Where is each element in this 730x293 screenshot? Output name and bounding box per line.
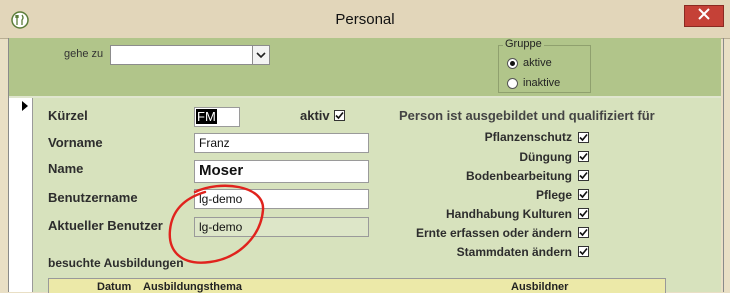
qual-pflege-checkbox[interactable] [578,189,589,200]
chevron-down-icon[interactable] [252,46,269,64]
goto-combobox[interactable] [110,45,270,65]
kuerzel-label: Kürzel [48,108,88,123]
qual-ernte-checkbox[interactable] [578,227,589,238]
vorname-label: Vorname [48,135,103,150]
column-datum[interactable]: Datum [97,281,131,293]
aktueller-benutzer-label: Aktueller Benutzer [48,218,163,233]
radio-aktive[interactable] [507,58,518,69]
column-ausbildungsthema[interactable]: Ausbildungsthema [143,281,242,293]
qual-ernte-label: Ernte erfassen oder ändern [415,226,572,240]
qual-stammdaten-checkbox[interactable] [578,246,589,257]
annotation-circle [168,184,265,264]
qual-pflanzenschutz-label: Pflanzenschutz [484,130,572,144]
qual-stammdaten-label: Stammdaten ändern [456,245,572,259]
close-button[interactable] [684,5,724,27]
qual-bodenbearbeitung-checkbox[interactable] [578,170,589,181]
kuerzel-field[interactable]: FM [194,107,240,127]
record-pointer-icon [22,101,28,111]
group-title: Gruppe [503,38,544,50]
name-label: Name [48,161,84,176]
qualifications-heading: Person ist ausgebildet und qualifiziert … [399,108,655,123]
radio-inaktive[interactable] [507,78,518,89]
ausbildungen-grid-header: Datum Ausbildungsthema Ausbildner [48,278,666,293]
radio-selected-dot [510,61,515,66]
radio-aktive-label[interactable]: aktive [523,57,552,69]
record-selector[interactable] [9,98,33,292]
qual-duengung-label: Düngung [519,150,572,164]
title-bar: Personal [0,0,730,39]
window-title: Personal [335,11,395,28]
qual-duengung-checkbox[interactable] [578,151,589,162]
qual-bodenbearbeitung-label: Bodenbearbeitung [465,169,572,183]
aktiv-label: aktiv [300,108,330,123]
qual-pflege-label: Pflege [535,188,572,202]
goto-label: gehe zu [64,48,104,60]
column-ausbildner[interactable]: Ausbildner [511,281,568,293]
aktiv-checkbox[interactable] [334,110,345,121]
qual-handhabung-kulturen-checkbox[interactable] [578,208,589,219]
vorname-field[interactable]: Franz [194,133,369,153]
ausbildungen-label: besuchte Ausbildungen [48,256,184,270]
qual-handhabung-kulturen-label: Handhabung Kulturen [446,207,572,221]
kuerzel-value: FM [196,109,217,124]
benutzername-label: Benutzername [48,190,138,205]
qual-pflanzenschutz-checkbox[interactable] [578,132,589,143]
close-icon [698,7,710,25]
radio-inaktive-label[interactable]: inaktive [523,77,560,89]
